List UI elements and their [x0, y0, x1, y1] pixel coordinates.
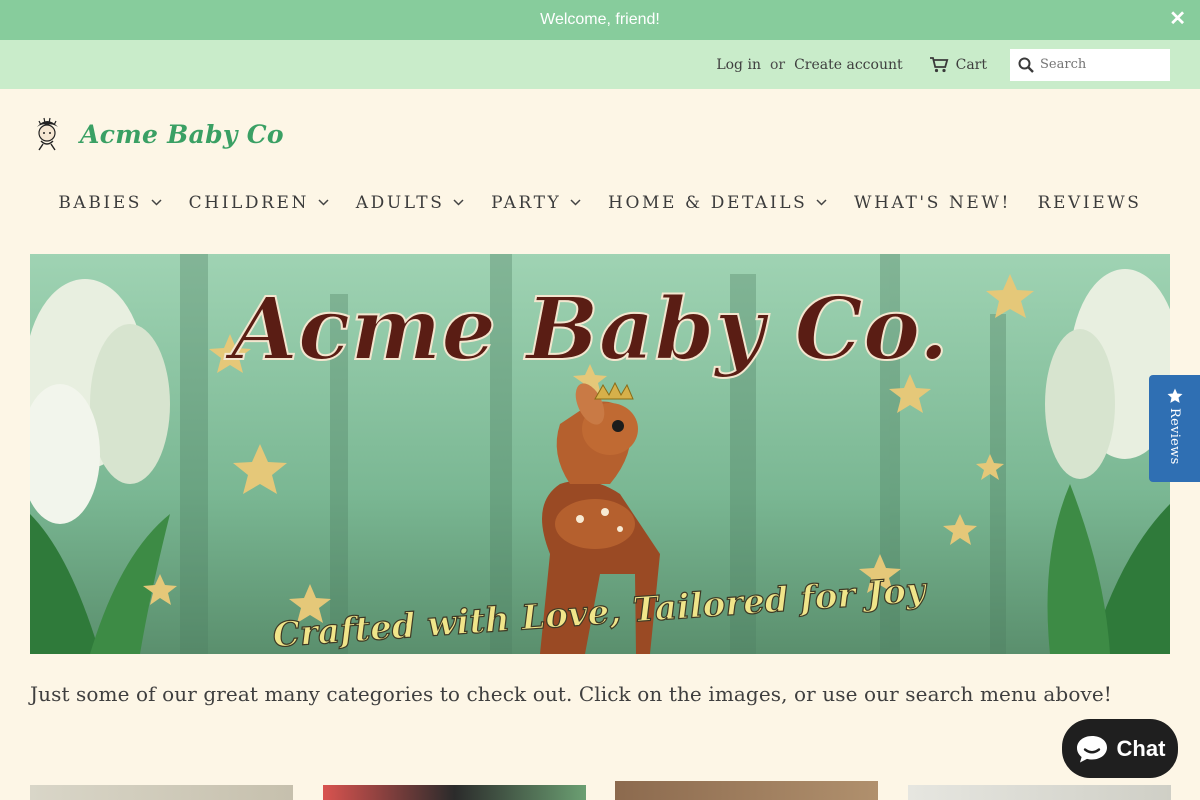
nav-item-party[interactable]: PARTY	[491, 193, 581, 213]
hero-title: Acme Baby Co.	[224, 279, 948, 380]
category-thumbnail[interactable]	[615, 781, 878, 800]
announcement-bar: Welcome, friend! ✕	[0, 0, 1200, 40]
star-icon	[1167, 388, 1182, 403]
cart-label: Cart	[955, 56, 987, 73]
chat-label: Chat	[1116, 735, 1166, 761]
fairy-logo-icon[interactable]	[30, 117, 66, 151]
brand-row: Acme Baby Co	[0, 89, 1200, 179]
chat-bubble-icon	[1076, 735, 1107, 762]
category-thumbnail[interactable]	[908, 785, 1171, 800]
search-icon[interactable]	[1018, 57, 1034, 73]
nav-label: BABIES	[58, 192, 142, 213]
nav-item-reviews[interactable]: REVIEWS	[1038, 193, 1142, 213]
category-thumbnail[interactable]	[323, 785, 586, 800]
chevron-down-icon	[570, 199, 581, 206]
account-bar: Log in or Create account Cart	[0, 40, 1200, 89]
nav-item-children[interactable]: CHILDREN	[189, 193, 329, 213]
cart-link[interactable]: Cart	[929, 56, 987, 73]
brand-logo-text[interactable]: Acme Baby Co	[80, 120, 284, 149]
chevron-down-icon	[151, 199, 162, 206]
nav-label: PARTY	[491, 192, 562, 213]
nav-label: REVIEWS	[1037, 192, 1142, 213]
nav-item-home-details[interactable]: HOME & DETAILS	[608, 193, 827, 213]
chevron-down-icon	[318, 199, 329, 206]
cart-icon	[929, 57, 949, 73]
create-account-link[interactable]: Create account	[794, 57, 903, 73]
nav-item-whats-new[interactable]: WHAT'S NEW!	[854, 193, 1011, 213]
chat-button[interactable]: Chat	[1062, 719, 1178, 778]
nav-item-adults[interactable]: ADULTS	[356, 193, 465, 213]
hero-illustration: Acme Baby Co. Crafted with Love, Tailore…	[30, 254, 1170, 654]
intro-text: Just some of our great many categories t…	[30, 682, 1112, 706]
chevron-down-icon	[816, 199, 827, 206]
reviews-tab-label: Reviews	[1167, 408, 1182, 465]
announcement-text: Welcome, friend!	[540, 11, 660, 28]
nav-label: CHILDREN	[188, 192, 310, 213]
hero-banner[interactable]: Acme Baby Co. Crafted with Love, Tailore…	[30, 254, 1170, 654]
nav-label: ADULTS	[355, 192, 445, 213]
main-navigation: BABIES CHILDREN ADULTS PARTY HOME & DETA…	[0, 180, 1200, 225]
or-text: or	[769, 56, 786, 73]
search-box[interactable]	[1010, 48, 1170, 81]
nav-item-babies[interactable]: BABIES	[58, 193, 162, 213]
nav-label: WHAT'S NEW!	[854, 192, 1011, 213]
chevron-down-icon	[453, 199, 464, 206]
reviews-side-tab[interactable]: Reviews	[1149, 375, 1200, 482]
search-input[interactable]	[1040, 57, 1160, 72]
category-thumbnail[interactable]	[30, 785, 293, 800]
login-link[interactable]: Log in	[716, 57, 761, 73]
nav-label: HOME & DETAILS	[608, 192, 808, 213]
close-icon[interactable]: ✕	[1169, 6, 1186, 31]
category-thumbnails	[30, 780, 1171, 800]
